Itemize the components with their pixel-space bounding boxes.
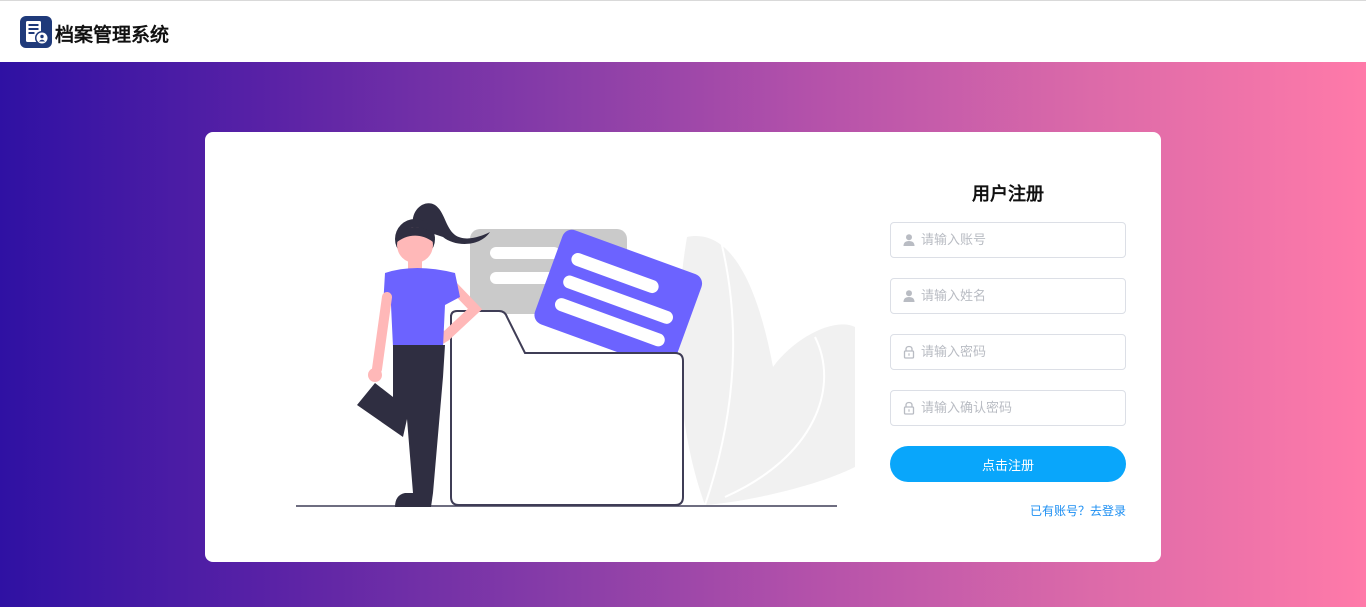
app-title: 档案管理系统 — [55, 24, 170, 46]
user-icon — [903, 234, 915, 246]
hero-background: 用户注册 请输入账号 请输入姓名 点击注册 已有账号？去登录 — [0, 62, 1366, 607]
folder-illustration — [296, 203, 855, 507]
lock-icon — [903, 345, 915, 359]
register-button[interactable]: 点击注册 — [890, 446, 1126, 482]
name-field[interactable] — [890, 278, 1126, 314]
lock-icon — [903, 401, 915, 415]
password-field[interactable] — [890, 334, 1126, 370]
password-input[interactable] — [921, 335, 1117, 369]
confirm-password-field[interactable] — [890, 390, 1126, 426]
register-card: 用户注册 请输入账号 请输入姓名 点击注册 已有账号？去登录 — [205, 132, 1161, 562]
account-input[interactable] — [921, 223, 1117, 257]
name-input[interactable] — [921, 279, 1117, 313]
leaf-decoration — [678, 236, 855, 506]
register-title: 用户注册 — [972, 184, 1044, 205]
account-field[interactable] — [890, 222, 1126, 258]
archive-logo-icon — [20, 16, 52, 48]
go-login-link[interactable]: 已有账号？去登录 — [985, 502, 1126, 519]
user-icon — [903, 290, 915, 302]
confirm-password-input[interactable] — [921, 391, 1117, 425]
app-header: 档案管理系统 — [0, 1, 1366, 62]
